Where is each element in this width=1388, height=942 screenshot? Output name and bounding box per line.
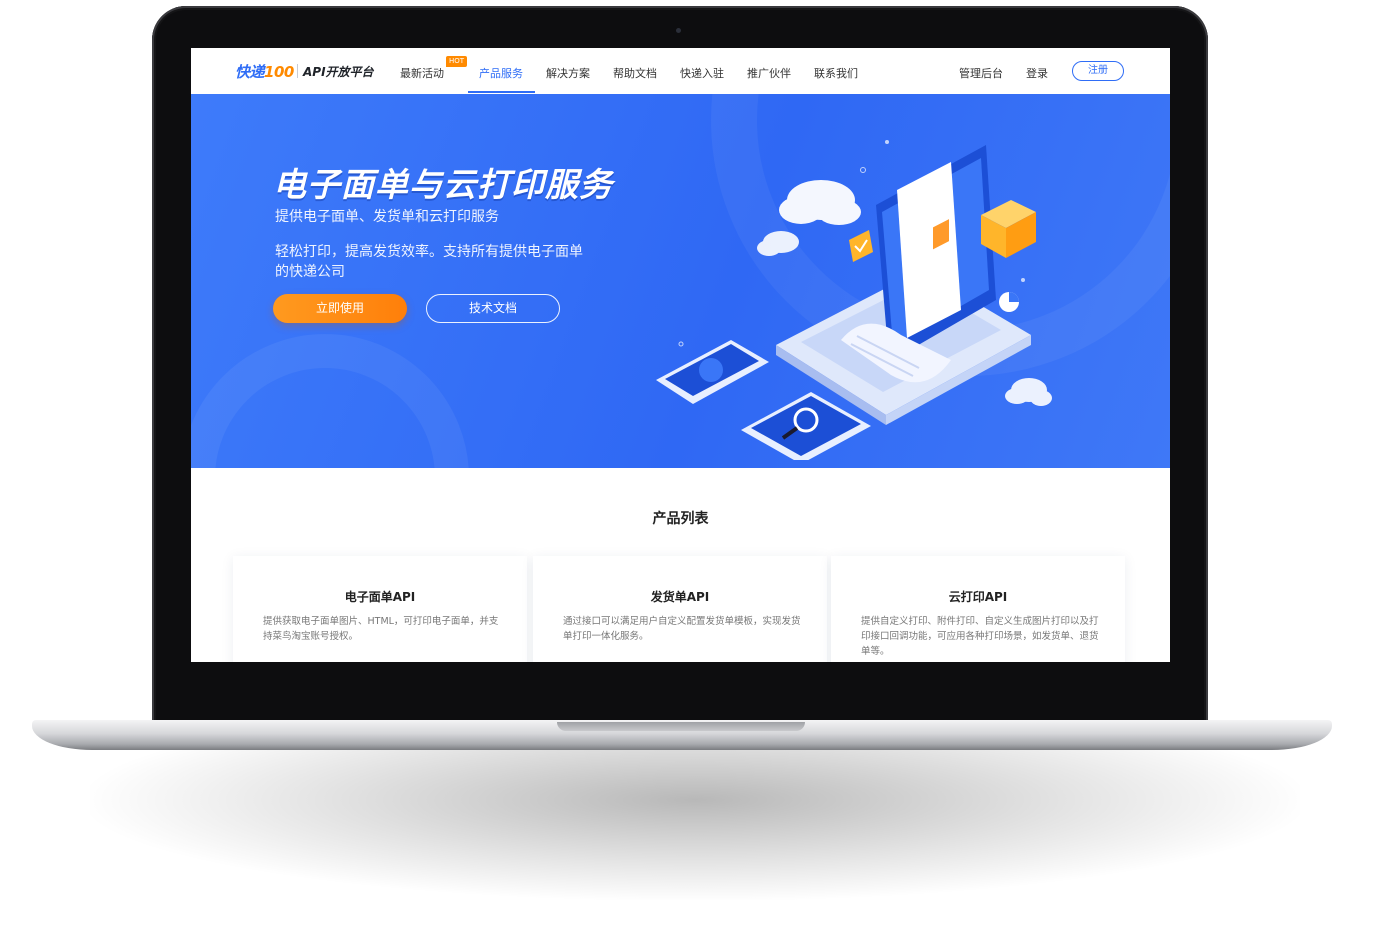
platform-name: API开放平台 xyxy=(303,65,374,79)
card-title: 发货单API xyxy=(650,590,710,604)
hot-badge: HOT xyxy=(446,56,468,67)
camera-icon xyxy=(676,28,681,33)
top-navbar: 快递100 API开放平台 最新活动 HOT 产品服务 解决方案 帮助文档 快递… xyxy=(191,48,1170,95)
hero-description: 轻松打印，提高发货效率。支持所有提供电子面单的快递公司 xyxy=(275,244,583,280)
decorative-circle xyxy=(191,334,469,468)
logo[interactable]: 快递100 xyxy=(235,61,294,82)
nav-item-products[interactable]: 产品服务 xyxy=(479,65,523,81)
card-title: 电子面单API xyxy=(344,590,416,604)
card-description: 通过接口可以满足用户自定义配置发货单模板，实现发货单打印一体化服务。 xyxy=(563,616,801,642)
product-card-invoice[interactable]: 发货单API 通过接口可以满足用户自定义配置发货单模板，实现发货单打印一体化服务… xyxy=(533,556,827,662)
hero-banner: 电子面单与云打印服务 提供电子面单、发货单和云打印服务 轻松打印，提高发货效率。… xyxy=(191,94,1170,468)
card-description: 提供自定义打印、附件打印、自定义生成图片打印以及打印接口回调功能，可应用各种打印… xyxy=(861,616,1099,657)
checkmark-icon xyxy=(849,230,873,262)
laptop-notch xyxy=(557,722,805,731)
product-card-waybill[interactable]: 电子面单API 提供获取电子面单图片、HTML，可打印电子面单，并支持菜鸟淘宝账… xyxy=(233,556,527,662)
cloud-icon xyxy=(1005,378,1052,406)
product-list-title: 产品列表 xyxy=(652,511,709,527)
admin-console-link[interactable]: 管理后台 xyxy=(959,65,1003,81)
sparkle-icon xyxy=(885,140,889,144)
card-description: 提供获取电子面单图片、HTML，可打印电子面单，并支持菜鸟淘宝账号授权。 xyxy=(263,616,499,642)
cloud-icon xyxy=(757,231,799,256)
logo-divider xyxy=(297,64,298,78)
nav-item-solutions[interactable]: 解决方案 xyxy=(546,65,590,81)
cloud-icon xyxy=(779,180,861,225)
sparkle-icon xyxy=(678,341,684,347)
nav-item-courier-join[interactable]: 快递入驻 xyxy=(680,65,724,81)
active-nav-indicator xyxy=(468,91,535,93)
tech-docs-button[interactable]: 技术文档 xyxy=(426,294,560,323)
sparkle-icon xyxy=(1021,278,1025,282)
logo-brand: 快递 xyxy=(235,63,265,81)
use-now-button[interactable]: 立即使用 xyxy=(273,294,407,323)
hero-subtitle: 提供电子面单、发货单和云打印服务 xyxy=(275,209,499,225)
mobile-device-icon xyxy=(656,340,769,404)
nav-item-partners[interactable]: 推广伙伴 xyxy=(747,65,791,81)
hero-title: 电子面单与云打印服务 xyxy=(273,165,613,204)
card-title: 云打印API xyxy=(948,590,1008,604)
nav-item-help-docs[interactable]: 帮助文档 xyxy=(613,65,657,81)
register-button[interactable]: 注册 xyxy=(1072,61,1124,81)
logo-brand-number: 100 xyxy=(264,63,294,81)
nav-item-latest-activity[interactable]: 最新活动 xyxy=(400,65,444,81)
login-link[interactable]: 登录 xyxy=(1026,65,1048,81)
nav-item-contact[interactable]: 联系我们 xyxy=(814,65,858,81)
product-card-cloud-print[interactable]: 云打印API 提供自定义打印、附件打印、自定义生成图片打印以及打印接口回调功能，… xyxy=(831,556,1125,662)
sparkle-icon xyxy=(860,167,866,173)
printing-illustration xyxy=(656,140,1052,460)
pie-chart-icon xyxy=(999,292,1019,312)
browser-viewport: 快递100 API开放平台 最新活动 HOT 产品服务 解决方案 帮助文档 快递… xyxy=(191,48,1170,662)
